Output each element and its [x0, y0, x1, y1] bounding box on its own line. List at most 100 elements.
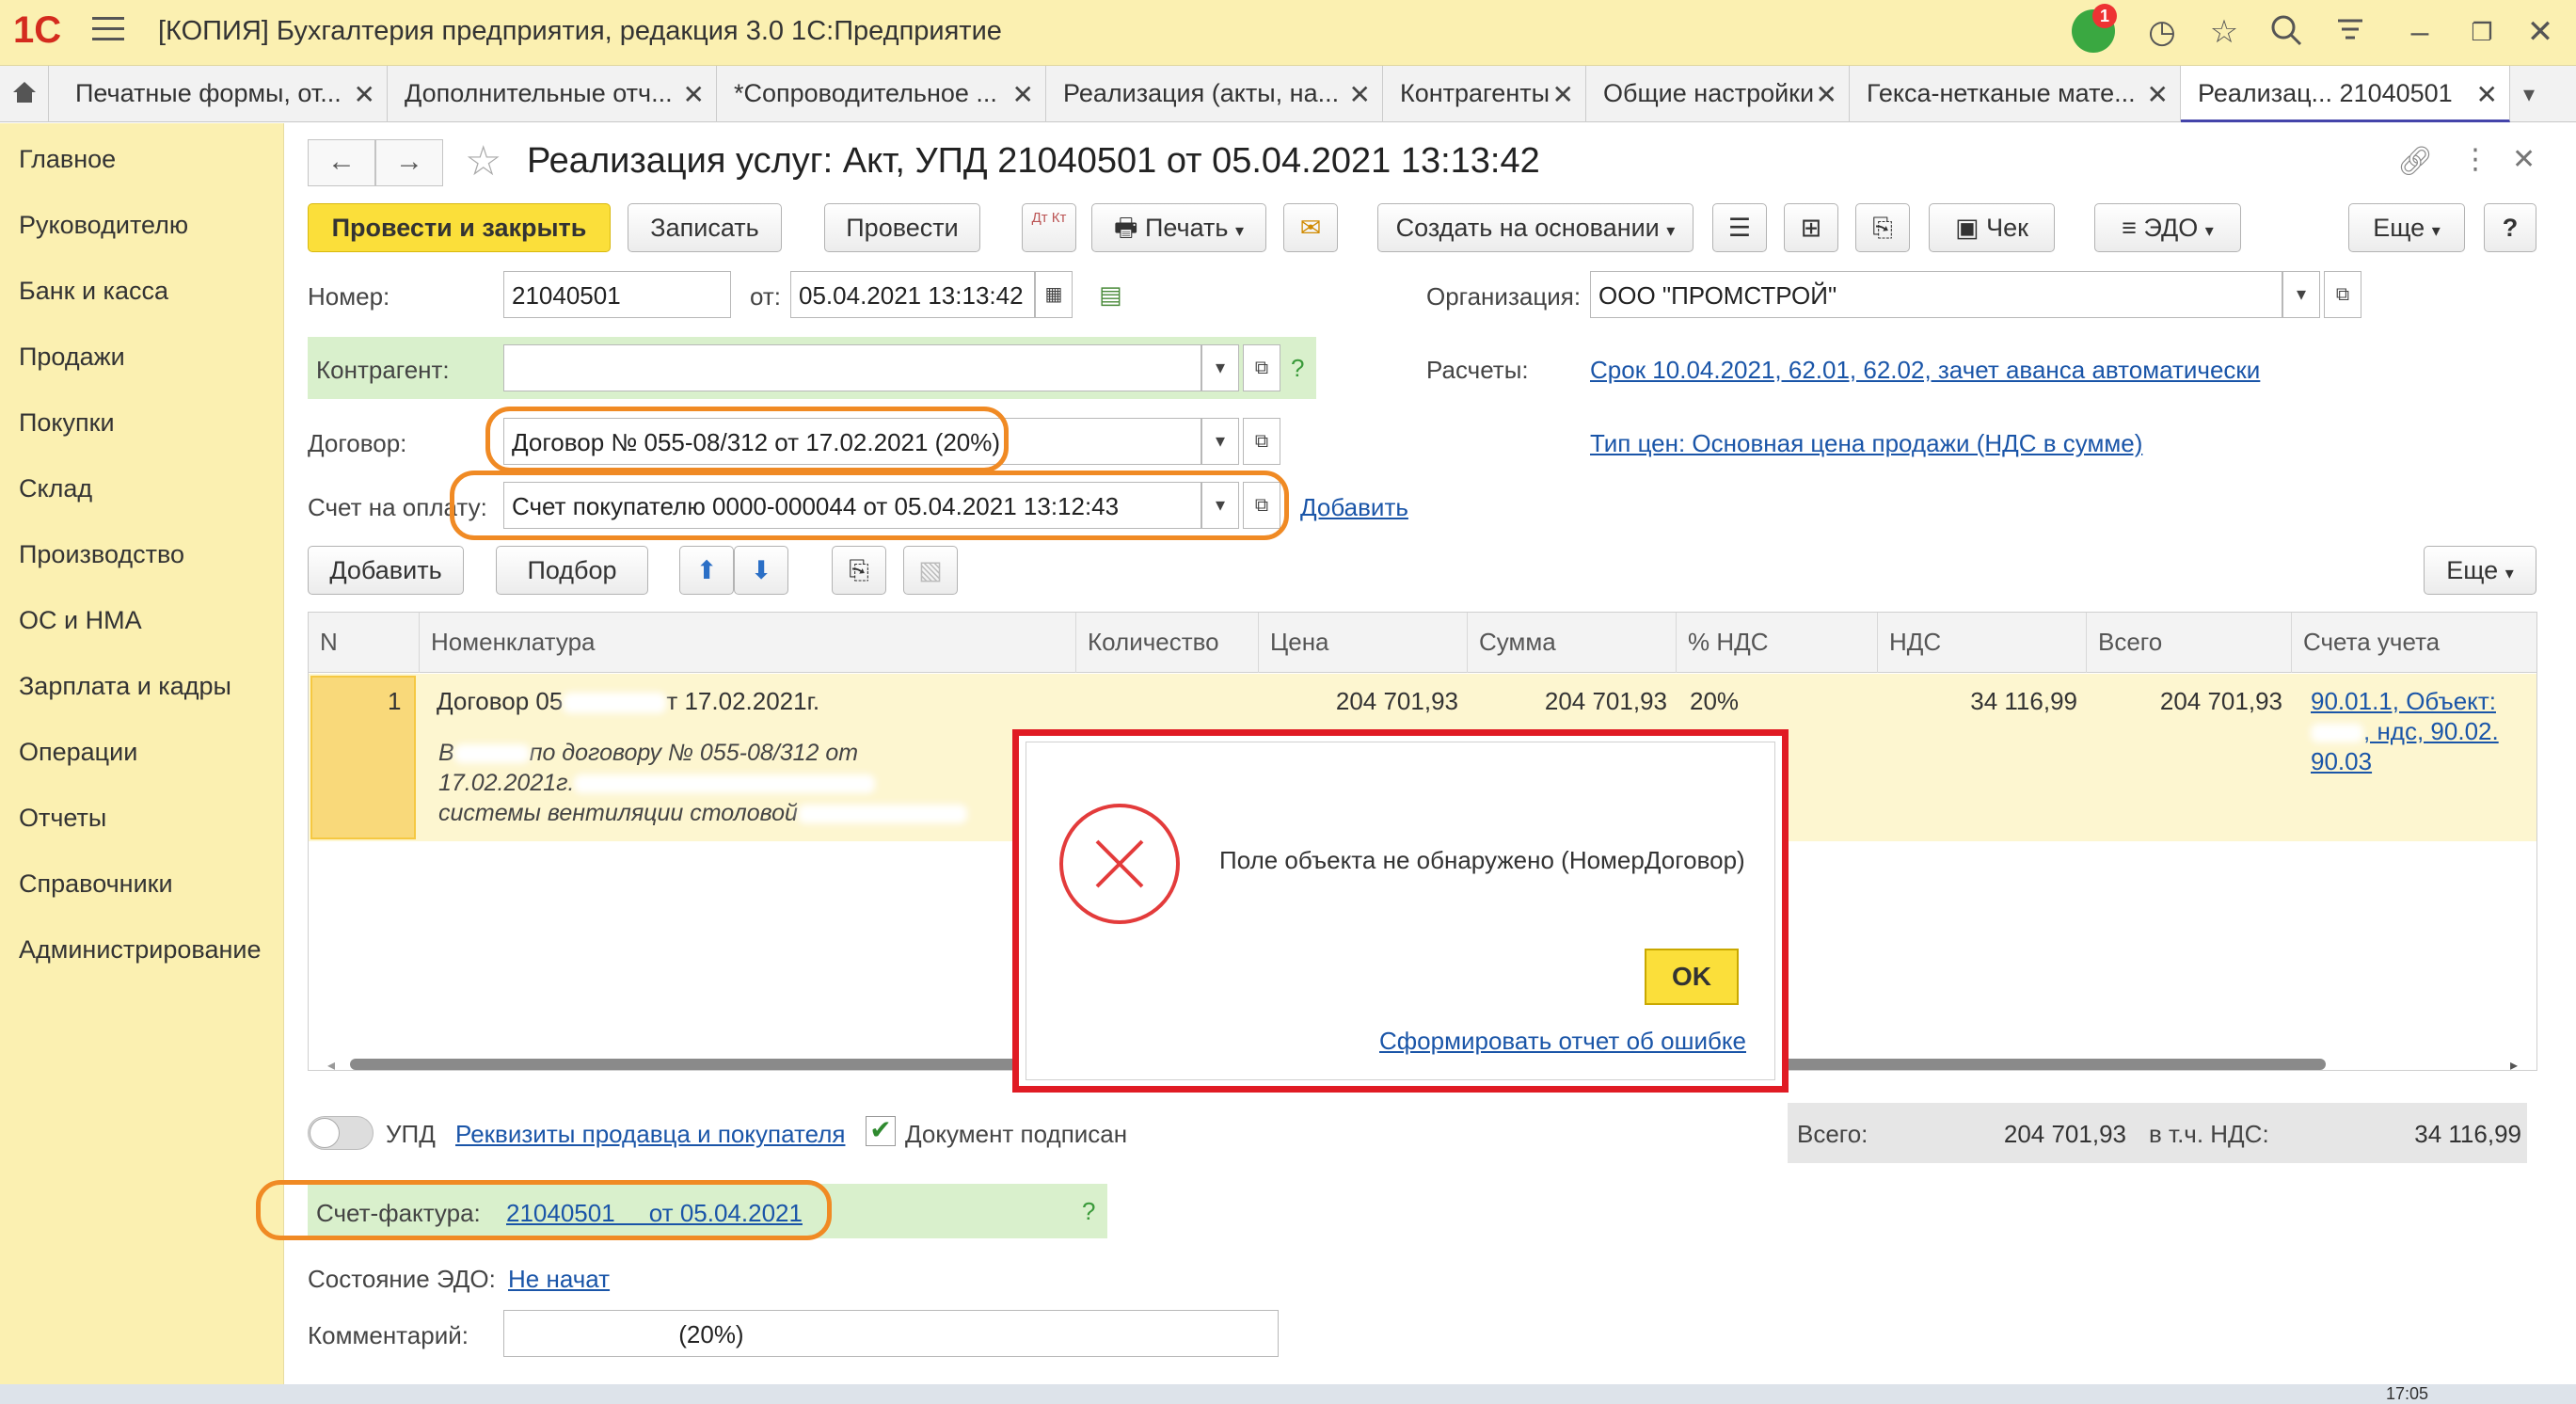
move-up-button[interactable]: ⬆︎	[679, 546, 734, 595]
row-vat[interactable]: 34 116,99	[1878, 687, 2077, 716]
invoice-add-link[interactable]: Добавить	[1300, 493, 1408, 522]
invoice-factura-help[interactable]: ?	[1082, 1197, 1095, 1226]
create-based-on-button[interactable]: Создать на основании ▾	[1377, 203, 1693, 252]
close-tab-icon[interactable]: ✕	[683, 79, 705, 110]
edo-state-link[interactable]: Не начат	[508, 1265, 610, 1294]
row-price[interactable]: 204 701,93	[1259, 687, 1458, 716]
copy-button[interactable]: ⎘	[832, 546, 886, 595]
chevron-down-icon[interactable]: ▾	[1201, 344, 1239, 391]
email-button[interactable]: ✉	[1283, 203, 1338, 252]
sidebar-item-production[interactable]: Производство	[19, 540, 184, 569]
star-icon[interactable]: ☆	[2205, 13, 2243, 51]
sidebar-item-warehouse[interactable]: Склад	[19, 474, 92, 503]
requisites-link[interactable]: Реквизиты продавца и покупателя	[455, 1120, 845, 1149]
history-icon[interactable]: ◷	[2143, 13, 2181, 51]
more-vertical-icon[interactable]: ⋮	[2461, 143, 2489, 176]
error-report-link[interactable]: Сформировать отчет об ошибке	[1379, 1027, 1746, 1056]
tab-current-document[interactable]: Реализац... 21040501 ✕	[2181, 66, 2510, 122]
scroll-left-icon[interactable]: ◂	[327, 1056, 335, 1075]
journal-button[interactable]: ☰	[1712, 203, 1767, 252]
col-total[interactable]: Всего	[2087, 613, 2292, 673]
sidebar-item-sales[interactable]: Продажи	[19, 343, 125, 372]
col-price[interactable]: Цена	[1259, 613, 1468, 673]
row-vat-rate[interactable]: 20%	[1690, 687, 1739, 716]
col-vat-rate[interactable]: % НДС	[1677, 613, 1878, 673]
close-icon[interactable]: ✕	[2521, 13, 2559, 51]
settlements-link[interactable]: Срок 10.04.2021, 62.01, 62.02, зачет ава…	[1590, 356, 2260, 385]
open-organization-icon[interactable]: ⧉	[2324, 271, 2361, 318]
row-accounts-link-3[interactable]: 90.03	[2311, 747, 2372, 776]
col-vat[interactable]: НДС	[1878, 613, 2087, 673]
home-tab[interactable]	[0, 66, 49, 122]
print-button[interactable]: 🖶︎ Печать ▾	[1091, 203, 1266, 252]
move-down-button[interactable]: ⬇︎	[734, 546, 788, 595]
sidebar-item-admin[interactable]: Администрирование	[19, 935, 261, 965]
forward-button[interactable]: →	[375, 139, 443, 186]
tab-sales-list[interactable]: Реализация (акты, на... ✕	[1046, 66, 1383, 122]
signed-checkbox[interactable]: ✔	[866, 1116, 896, 1146]
tab-accompanying[interactable]: *Сопроводительное ... ✕	[717, 66, 1046, 122]
favorite-star-icon[interactable]: ☆	[465, 137, 501, 185]
more-button[interactable]: Еще ▾	[2348, 203, 2465, 252]
receipt-button[interactable]: ▣ Чек	[1929, 203, 2055, 252]
sidebar-item-purchases[interactable]: Покупки	[19, 408, 115, 438]
settings-icon[interactable]	[2331, 13, 2369, 51]
sidebar-item-payroll[interactable]: Зарплата и кадры	[19, 672, 231, 701]
comment-field[interactable]: (20%)	[503, 1310, 1279, 1357]
document-status-icon[interactable]: ▤	[1099, 280, 1122, 310]
tab-print-forms[interactable]: Печатные формы, от... ✕	[58, 66, 388, 122]
close-tab-icon[interactable]: ✕	[1012, 79, 1034, 110]
price-type-link[interactable]: Тип цен: Основная цена продажи (НДС в су…	[1590, 429, 2142, 458]
calendar-icon[interactable]: ▦	[1035, 271, 1073, 318]
col-sum[interactable]: Сумма	[1468, 613, 1677, 673]
close-tab-icon[interactable]: ✕	[2476, 79, 2498, 110]
sidebar-item-directories[interactable]: Справочники	[19, 870, 173, 899]
tabs-dropdown-icon[interactable]: ▾	[2523, 81, 2535, 108]
restore-icon[interactable]: ❐	[2463, 13, 2501, 51]
col-quantity[interactable]: Количество	[1076, 613, 1259, 673]
close-tab-icon[interactable]: ✕	[354, 79, 375, 110]
table-add-button[interactable]: Добавить	[308, 546, 464, 595]
organization-field[interactable]: ООО "ПРОМСТРОЙ"	[1590, 271, 2282, 318]
post-and-close-button[interactable]: Провести и закрыть	[308, 203, 611, 252]
close-tab-icon[interactable]: ✕	[1816, 79, 1837, 110]
number-field[interactable]: 21040501	[503, 271, 731, 318]
ok-button[interactable]: OK	[1645, 949, 1739, 1005]
table-pick-button[interactable]: Подбор	[496, 546, 648, 595]
row-sum[interactable]: 204 701,93	[1468, 687, 1667, 716]
sidebar-item-reports[interactable]: Отчеты	[19, 804, 106, 833]
sidebar-item-main[interactable]: Главное	[19, 145, 116, 174]
contractor-help[interactable]: ?	[1291, 354, 1304, 383]
date-field[interactable]: 05.04.2021 13:13:42	[790, 271, 1035, 318]
chevron-down-icon[interactable]: ▾	[1201, 418, 1239, 465]
sidebar-item-operations[interactable]: Операции	[19, 738, 137, 767]
sidebar-item-bank[interactable]: Банк и касса	[19, 277, 168, 306]
tab-contractors[interactable]: Контрагенты ✕	[1383, 66, 1586, 122]
save-button[interactable]: Записать	[628, 203, 782, 252]
scroll-right-icon[interactable]: ▸	[2510, 1056, 2518, 1075]
structure-button[interactable]: ⊞	[1784, 203, 1838, 252]
sidebar-item-assets[interactable]: ОС и НМА	[19, 606, 142, 635]
row-accounts-link-1[interactable]: 90.01.1, Объект:	[2311, 687, 2496, 716]
edo-button[interactable]: ≡ ЭДО ▾	[2094, 203, 2241, 252]
close-tab-icon[interactable]: ✕	[1552, 79, 1574, 110]
post-button[interactable]: Провести	[824, 203, 980, 252]
close-form-icon[interactable]: ✕	[2512, 143, 2536, 176]
contractor-field[interactable]	[503, 344, 1201, 391]
main-menu-icon[interactable]	[92, 17, 124, 43]
row-accounts-link-2[interactable]: , ндс, 90.02.	[2311, 717, 2499, 746]
row-name[interactable]: Договор 05 т 17.02.2021г.	[437, 687, 819, 716]
chevron-down-icon[interactable]: ▾	[2282, 271, 2320, 318]
paste-button[interactable]: ▧	[903, 546, 958, 595]
tab-geksa[interactable]: Гекса-нетканые мате... ✕	[1850, 66, 2181, 122]
close-tab-icon[interactable]: ✕	[1349, 79, 1371, 110]
tab-general-settings[interactable]: Общие настройки ✕	[1586, 66, 1850, 122]
col-nomenclature[interactable]: Номенклатура	[420, 613, 1076, 673]
close-tab-icon[interactable]: ✕	[2147, 79, 2169, 110]
col-accounts[interactable]: Счета учета	[2292, 613, 2536, 673]
open-contract-icon[interactable]: ⧉	[1243, 418, 1280, 465]
dt-kt-button[interactable]: Дт Кт	[1022, 203, 1076, 252]
sidebar-item-director[interactable]: Руководителю	[19, 211, 188, 240]
back-button[interactable]: ←	[308, 139, 375, 186]
minimize-icon[interactable]: –	[2401, 13, 2439, 51]
